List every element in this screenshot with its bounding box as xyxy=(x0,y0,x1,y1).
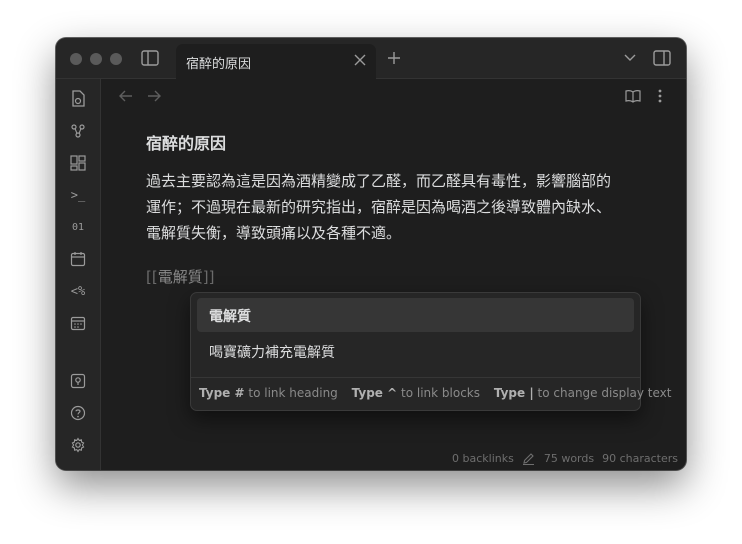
hint-display-key: Type | xyxy=(493,386,534,400)
tab-list-chevron-down-icon[interactable] xyxy=(622,50,638,66)
toggle-sidebar-icon[interactable] xyxy=(140,48,160,68)
suggestion-label: 喝寶礦力補充電解質 xyxy=(209,345,335,361)
navigate-forward-arrow-icon[interactable] xyxy=(146,88,162,104)
more-options-icon[interactable] xyxy=(652,88,668,104)
wikilink-open-bracket: [[ xyxy=(146,268,158,286)
word-count: 75 words xyxy=(543,451,595,465)
suggestion-item[interactable]: 喝寶礦力補充電解質 xyxy=(197,334,634,368)
edit-pencil-icon[interactable] xyxy=(522,451,536,465)
file-search-icon[interactable] xyxy=(68,89,88,109)
hint-display-text: to change display text xyxy=(537,386,672,400)
hint-blocks-text: to link blocks xyxy=(401,386,480,400)
reading-view-book-icon[interactable] xyxy=(624,88,642,104)
tab-title: 宿醉的原因 xyxy=(186,57,252,72)
tab-active-note[interactable]: 宿醉的原因 xyxy=(176,44,376,79)
new-tab-icon[interactable] xyxy=(386,50,402,66)
wikilink-input[interactable]: [[電解質]] xyxy=(146,266,214,287)
link-suggestion-popup: 電解質 喝寶礦力補充電解質 Type # to link heading Typ… xyxy=(190,292,671,411)
status-bar: 0 backlinks 75 words 90 characters xyxy=(452,451,678,465)
wikilink-text: 電解質 xyxy=(157,268,203,286)
close-tab-icon[interactable] xyxy=(352,52,368,68)
wikilink-close-bracket: ]] xyxy=(202,268,215,286)
paragraph-line-2: 運作；不過現在最新的研究指出，宿醉是因為喝酒之後導致體內缺水、 xyxy=(146,198,612,216)
backlinks-count[interactable]: 0 backlinks xyxy=(452,452,514,465)
app-window: 宿醉的原因 >_ 01 <% 宿醉的原因 過去主要認為這是因為酒精變成了乙醛，而… xyxy=(56,38,686,470)
paragraph-line-3: 電解質失衡，導致頭痛以及各種不適。 xyxy=(146,224,402,242)
graph-view-icon[interactable] xyxy=(68,121,88,141)
left-ribbon: >_ 01 <% xyxy=(56,79,101,470)
daily-note-calendar-icon[interactable] xyxy=(68,313,88,333)
canvas-grid-icon[interactable] xyxy=(68,153,88,173)
toggle-right-sidebar-icon[interactable] xyxy=(652,48,672,68)
popup-instructions: Type # to link heading Type ^ to link bl… xyxy=(199,386,681,400)
hint-heading-text: to link heading xyxy=(248,386,338,400)
calendar-icon[interactable] xyxy=(68,249,88,269)
templater-icon[interactable]: <% xyxy=(68,281,88,301)
zoom-window-button[interactable] xyxy=(110,53,122,65)
settings-gear-icon[interactable] xyxy=(68,435,88,455)
title-bar: 宿醉的原因 xyxy=(56,38,686,79)
suggestion-label: 電解質 xyxy=(209,309,251,325)
binary-icon[interactable]: 01 xyxy=(68,217,88,237)
note-title: 宿醉的原因 xyxy=(146,134,227,153)
note-paragraph[interactable]: 過去主要認為這是因為酒精變成了乙醛，而乙醛具有毒性，影響腦部的 運作；不過現在最… xyxy=(146,168,656,246)
close-window-button[interactable] xyxy=(70,53,82,65)
navigate-back-arrow-icon[interactable] xyxy=(118,88,134,104)
command-palette-terminal-icon[interactable]: >_ xyxy=(68,185,88,205)
minimize-window-button[interactable] xyxy=(90,53,102,65)
vault-switcher-icon[interactable] xyxy=(68,371,88,391)
popup-divider xyxy=(191,377,640,378)
paragraph-line-1: 過去主要認為這是因為酒精變成了乙醛，而乙醛具有毒性，影響腦部的 xyxy=(146,172,612,190)
help-icon[interactable] xyxy=(68,403,88,423)
suggestion-item[interactable]: 電解質 xyxy=(197,298,634,332)
character-count: 90 characters xyxy=(602,451,678,465)
hint-heading-key: Type # xyxy=(199,386,245,400)
hint-blocks-key: Type ^ xyxy=(351,386,398,400)
